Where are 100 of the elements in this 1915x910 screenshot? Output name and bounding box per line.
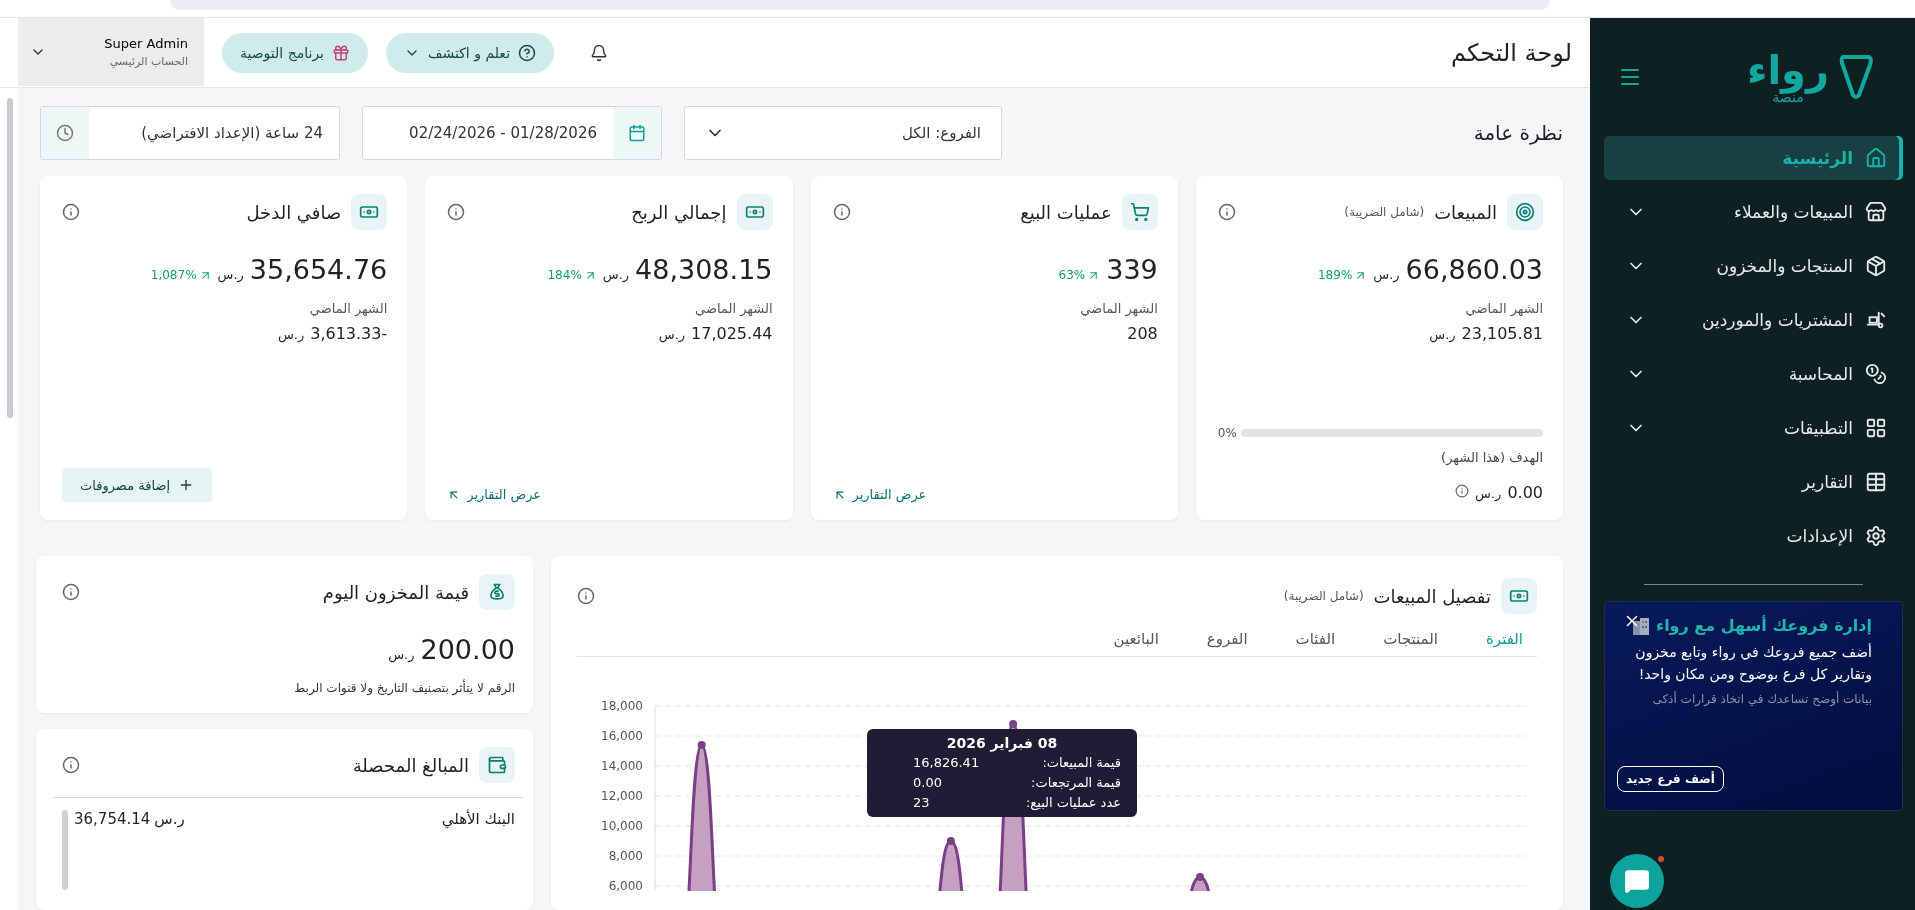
info-icon[interactable]: [62, 583, 80, 601]
tooltip-label: عدد عمليات البيع:: [1025, 794, 1121, 811]
y-axis-label: 8,000: [608, 849, 643, 863]
clock-icon: [56, 124, 74, 142]
sidebar-item[interactable]: التقارير: [1604, 460, 1903, 504]
data-point: [946, 837, 955, 845]
currency: ر.س: [1373, 267, 1400, 282]
gift-icon: [332, 43, 350, 62]
last-month-label: الشهر الماضي: [1079, 301, 1158, 316]
tooltip-value: 23: [913, 794, 930, 811]
tooltip-label: قيمة المبيعات:: [1042, 754, 1121, 771]
notification-dot: [1656, 854, 1666, 864]
learn-button[interactable]: تعلم و اكتشف: [386, 32, 555, 73]
card-title: عمليات البيع: [1020, 201, 1112, 223]
card-value: 66,860.03: [1405, 254, 1543, 285]
card-title: صافي الدخل: [246, 201, 342, 223]
settings-icon: [1865, 525, 1887, 547]
card-title: المبيعات: [1434, 201, 1497, 223]
sidebar-item[interactable]: التطبيقات: [1604, 406, 1903, 450]
target-label: الهدف (هذا الشهر): [1440, 450, 1543, 465]
sidebar-item[interactable]: الرئيسية: [1604, 136, 1903, 180]
last-month-label: الشهر الماضي: [1464, 301, 1543, 316]
data-point: [1009, 720, 1018, 728]
date-range-field[interactable]: 01/28/2026 - 02/24/2026: [362, 106, 662, 160]
grid-icon: [1865, 417, 1887, 439]
y-axis-label: 12,000: [601, 789, 643, 803]
card-subtitle: (شامل الضريبة): [1283, 589, 1364, 603]
tooltip-value: 16,826.41: [913, 754, 980, 771]
promo-text: أضف جميع فروعك في رواء وتابع مخزون وتقارير كل فرع بوضوح ومن مكان واحد!: [1634, 642, 1872, 685]
page-title: لوحة التحكم: [1451, 38, 1572, 67]
last-month-value: 23,105.81: [1461, 324, 1543, 343]
currency: ر.س: [1475, 486, 1502, 501]
store-icon: [1865, 201, 1887, 223]
tab[interactable]: الفروع: [1206, 630, 1248, 648]
change-indicator: 184%: [547, 268, 597, 282]
last-month-label: الشهر الماضي: [694, 301, 773, 316]
add-branch-button[interactable]: أضف فرع جديد: [1617, 766, 1724, 792]
info-icon[interactable]: [447, 203, 466, 221]
info-icon[interactable]: [62, 203, 80, 221]
data-point: [697, 741, 706, 749]
currency: ر.س: [388, 647, 415, 662]
last-month-label: الشهر الماضي: [308, 301, 388, 316]
card-value: 200.00: [420, 634, 515, 665]
calendar-icon: [628, 124, 646, 142]
card-value: 35,654.76: [249, 254, 388, 285]
tooltip-date: 08 فبراير 2026: [945, 735, 1059, 751]
info-icon[interactable]: [832, 203, 851, 221]
card-title: تفصيل المبيعات: [1373, 585, 1491, 607]
coins-icon: [1865, 363, 1887, 385]
change-indicator: 63%: [1058, 268, 1101, 282]
tab[interactable]: المنتجات: [1383, 630, 1438, 648]
chat-button[interactable]: [1610, 854, 1664, 908]
card-title: المبالغ المحصلة: [352, 754, 469, 776]
card-value: 339: [1106, 254, 1158, 285]
data-point: [1196, 873, 1204, 881]
tooltip-label: قيمة المرتجعات:: [1031, 774, 1121, 791]
y-axis-label: 14,000: [601, 759, 643, 773]
view-reports-link[interactable]: عرض التقارير: [832, 487, 927, 502]
bell-icon: [590, 43, 609, 62]
card-title: قيمة المخزون اليوم: [322, 581, 469, 603]
box-icon: [1865, 255, 1887, 277]
referral-button[interactable]: برنامج التوصية: [222, 32, 368, 73]
hand-truck-icon: [1865, 309, 1887, 331]
info-icon[interactable]: [577, 587, 595, 605]
promo-note: بيانات أوضح تساعدك في اتخاذ قرارات أذكى: [1651, 691, 1872, 706]
section-title: نظرة عامة: [1472, 121, 1563, 145]
tab[interactable]: الفئات: [1295, 630, 1336, 648]
account-name: البنك الأهلي: [441, 810, 515, 828]
view-reports-link[interactable]: عرض التقارير: [447, 487, 542, 502]
sidebar-item[interactable]: المشتريات والموردين: [1604, 298, 1903, 342]
change-indicator: 189%: [1318, 268, 1368, 282]
inventory-note: الرقم لا يتأثر بتصنيف التاريخ ولا قنوات الربط: [293, 681, 515, 695]
branch-select[interactable]: الفروع: الكل: [684, 106, 1002, 160]
info-icon[interactable]: [1217, 203, 1236, 221]
info-icon[interactable]: [62, 756, 80, 774]
card-subtitle: (شامل الضريبة): [1344, 205, 1425, 219]
promo-title: إدارة فروعك أسهل مع رواء: [1655, 616, 1872, 635]
currency: ر.س: [658, 327, 686, 342]
sidebar-item[interactable]: الإعدادات: [1604, 514, 1903, 558]
help-icon: [518, 43, 537, 62]
wallet-icon: [487, 755, 507, 775]
y-axis-label: 10,000: [601, 819, 643, 833]
target-value: 0.00: [1507, 483, 1543, 502]
currency: ر.س: [602, 267, 630, 282]
currency: ر.س: [277, 327, 305, 342]
change-indicator: 1,087%: [150, 268, 212, 282]
time-range-field[interactable]: 24 ساعة (الإعداد الافتراضي): [40, 106, 340, 160]
building-icon: [1631, 616, 1650, 635]
last-month-value: -3,613.33: [310, 324, 388, 343]
tab[interactable]: البائعين: [1113, 630, 1159, 648]
last-month-value: 208: [1127, 324, 1158, 343]
sidebar-item[interactable]: المحاسبة: [1604, 352, 1903, 396]
sidebar-item[interactable]: المنتجات والمخزون: [1604, 244, 1903, 288]
y-axis-label: 16,000: [601, 729, 643, 743]
home-icon: [1865, 147, 1887, 169]
currency: ر.س: [217, 267, 244, 282]
logo-icon: [1839, 53, 1873, 101]
sidebar-item[interactable]: المبيعات والعملاء: [1604, 190, 1903, 234]
cart-icon: [1129, 202, 1150, 222]
add-expenses-button[interactable]: إضافة مصروفات: [62, 468, 213, 502]
